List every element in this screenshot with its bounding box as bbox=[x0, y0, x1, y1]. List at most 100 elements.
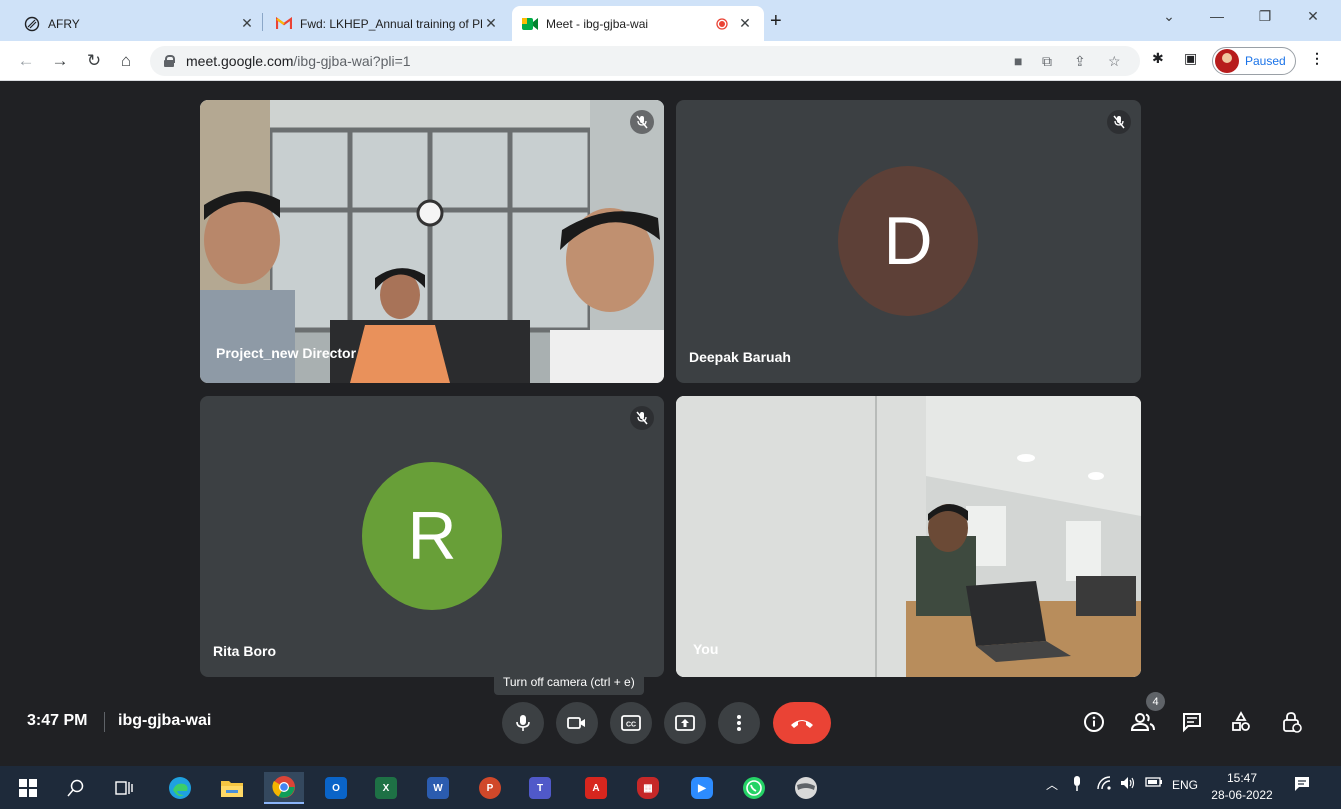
participant-tile[interactable]: Project_new Director bbox=[200, 100, 664, 383]
divider bbox=[104, 712, 105, 732]
camera-icon bbox=[567, 717, 585, 729]
present-button[interactable] bbox=[664, 702, 706, 744]
extensions-icon[interactable]: ✱ bbox=[1152, 50, 1164, 67]
muted-mic-icon bbox=[630, 406, 654, 430]
language-indicator[interactable]: ENG bbox=[1172, 778, 1198, 792]
translate-icon[interactable]: ⧉ bbox=[1042, 53, 1052, 70]
forward-icon[interactable]: → bbox=[48, 49, 72, 73]
chrome-app[interactable] bbox=[264, 772, 304, 804]
home-icon[interactable]: ⌂ bbox=[114, 49, 138, 73]
word-icon: W bbox=[427, 777, 449, 799]
battery-icon[interactable] bbox=[1145, 776, 1163, 791]
meet-control-bar: 3:47 PM ibg-gjba-wai CC bbox=[0, 690, 1341, 758]
google-earth-app[interactable] bbox=[786, 772, 826, 804]
excel-app[interactable]: X bbox=[366, 772, 406, 804]
tab-title: Meet - ibg-gjba-wai bbox=[546, 16, 649, 31]
microphone-tray-icon[interactable] bbox=[1072, 776, 1082, 795]
camera-indicator-icon[interactable]: ■ bbox=[1014, 53, 1022, 69]
outlook-app[interactable]: O bbox=[316, 772, 356, 804]
more-options-button[interactable] bbox=[718, 702, 760, 744]
side-panel-icon[interactable]: ▣ bbox=[1184, 50, 1197, 67]
chat-icon bbox=[1183, 713, 1201, 733]
word-app[interactable]: W bbox=[418, 772, 458, 804]
more-vert-icon bbox=[737, 715, 741, 731]
host-controls-button[interactable] bbox=[1278, 708, 1306, 736]
participant-tile[interactable]: R Rita Boro bbox=[200, 396, 664, 677]
address-bar[interactable]: meet.google.com/ibg-gjba-wai?pli=1 ■ ⧉ ⇪… bbox=[150, 46, 1140, 76]
minimize-icon[interactable]: — bbox=[1202, 8, 1232, 24]
participant-name: You bbox=[693, 641, 719, 657]
captions-button[interactable]: CC bbox=[610, 702, 652, 744]
wifi-icon[interactable] bbox=[1097, 776, 1113, 793]
participant-name: Deepak Baruah bbox=[689, 349, 791, 365]
avatar: D bbox=[838, 166, 978, 316]
microphone-button[interactable] bbox=[502, 702, 544, 744]
profile-button[interactable]: Paused bbox=[1212, 47, 1296, 75]
close-window-icon[interactable]: ✕ bbox=[1298, 8, 1328, 25]
acrobat-app[interactable]: A bbox=[576, 772, 616, 804]
back-icon[interactable]: ← bbox=[14, 49, 38, 73]
volume-icon[interactable] bbox=[1120, 776, 1136, 793]
restore-icon[interactable]: ❐ bbox=[1250, 8, 1280, 25]
participant-video bbox=[200, 100, 664, 383]
avatar bbox=[1215, 49, 1239, 73]
excel-icon: X bbox=[375, 777, 397, 799]
whatsapp-app[interactable] bbox=[734, 772, 774, 804]
participant-tile[interactable]: D Deepak Baruah bbox=[676, 100, 1141, 383]
camera-button[interactable] bbox=[556, 702, 598, 744]
share-icon[interactable]: ⇪ bbox=[1074, 53, 1086, 70]
recording-icon bbox=[714, 16, 730, 32]
zoom-icon: ▶ bbox=[691, 777, 713, 799]
tab-afry[interactable]: AFRY ✕ bbox=[14, 6, 266, 41]
lock-person-icon bbox=[1283, 712, 1302, 733]
earth-icon bbox=[795, 777, 817, 799]
reload-icon[interactable]: ↻ bbox=[82, 49, 106, 73]
teams-icon: T bbox=[529, 777, 551, 799]
meeting-code: ibg-gjba-wai bbox=[118, 712, 212, 729]
leave-call-button[interactable] bbox=[773, 702, 831, 744]
participant-name: Project_new Director bbox=[216, 345, 357, 361]
task-view-button[interactable] bbox=[104, 772, 144, 804]
people-button[interactable] bbox=[1129, 708, 1157, 736]
show-hidden-icons-icon[interactable]: ︿ bbox=[1046, 776, 1058, 793]
edge-app[interactable] bbox=[160, 772, 200, 804]
participant-tile[interactable]: You bbox=[676, 396, 1141, 677]
tab-close-icon[interactable]: ✕ bbox=[238, 15, 256, 32]
gmail-favicon-icon bbox=[276, 16, 292, 32]
edge-icon bbox=[169, 777, 191, 799]
zoom-app[interactable]: ▶ bbox=[682, 772, 722, 804]
tab-search-icon[interactable]: ⌄ bbox=[1154, 8, 1184, 25]
menu-icon[interactable]: ⋮ bbox=[1310, 50, 1324, 67]
tab-meet[interactable]: Meet - ibg-gjba-wai ✕ bbox=[512, 6, 764, 41]
chrome-icon bbox=[272, 776, 295, 798]
bookmark-star-icon[interactable]: ☆ bbox=[1108, 53, 1121, 70]
security-app[interactable]: ▦ bbox=[628, 772, 668, 804]
notifications-icon[interactable] bbox=[1294, 776, 1310, 795]
lock-icon bbox=[164, 55, 175, 67]
whatsapp-icon bbox=[743, 777, 765, 799]
acrobat-icon: A bbox=[585, 777, 607, 799]
start-button[interactable] bbox=[8, 772, 48, 804]
windows-logo-icon bbox=[19, 779, 37, 797]
task-view-icon bbox=[115, 781, 133, 795]
tab-close-icon[interactable]: ✕ bbox=[736, 15, 754, 32]
taskbar-clock[interactable]: 15:47 28-06-2022 bbox=[1204, 770, 1280, 804]
search-button[interactable] bbox=[56, 772, 96, 804]
tab-divider bbox=[262, 13, 263, 31]
file-explorer-app[interactable] bbox=[212, 772, 252, 804]
info-icon bbox=[1084, 712, 1104, 732]
tab-close-icon[interactable]: ✕ bbox=[482, 15, 500, 32]
new-tab-button[interactable]: + bbox=[770, 10, 782, 33]
chat-button[interactable] bbox=[1178, 708, 1206, 736]
avatar: R bbox=[362, 462, 502, 610]
folder-icon bbox=[221, 781, 243, 797]
meeting-info-button[interactable] bbox=[1080, 708, 1108, 736]
profile-status: Paused bbox=[1245, 54, 1286, 68]
teams-app[interactable]: T bbox=[520, 772, 560, 804]
activities-icon bbox=[1232, 711, 1250, 731]
meeting-clock: 3:47 PM bbox=[27, 712, 88, 729]
tab-gmail[interactable]: Fwd: LKHEP_Annual training of Pl ✕ bbox=[266, 6, 510, 41]
shield-icon: ▦ bbox=[637, 777, 659, 799]
activities-button[interactable] bbox=[1227, 708, 1255, 736]
powerpoint-app[interactable]: P bbox=[470, 772, 510, 804]
